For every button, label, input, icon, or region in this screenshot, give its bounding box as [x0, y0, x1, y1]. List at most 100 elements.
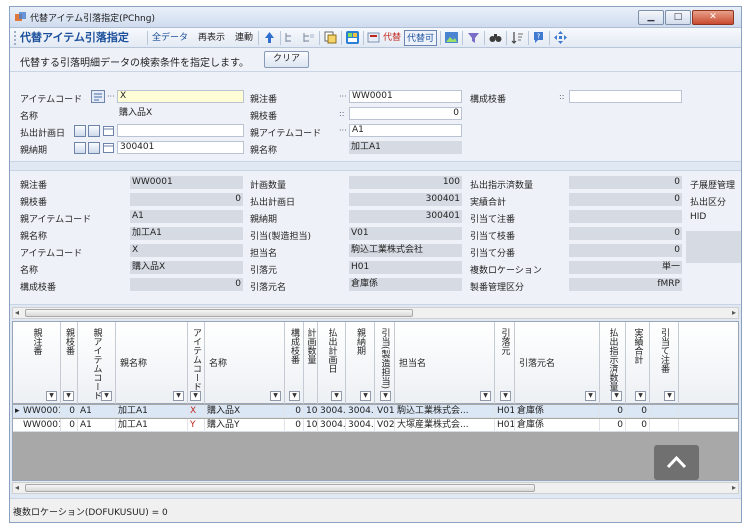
parent-order-field[interactable]: WW0001 [349, 90, 462, 103]
scrollbar-thumb[interactable] [25, 309, 413, 317]
grid-column-header[interactable]: 親名称 ▼ [116, 322, 188, 404]
grid-cell[interactable]: 0 [285, 419, 304, 432]
link-button[interactable]: 連動 [235, 30, 253, 46]
grid-horizontal-scrollbar[interactable]: ◂ ▸ [12, 482, 739, 494]
grid-cell[interactable]: 購入品X [205, 405, 285, 418]
grid-cell[interactable]: H01 [495, 405, 515, 418]
grid-cell[interactable]: 加工A1 [116, 419, 188, 432]
remarks-field[interactable] [686, 231, 741, 263]
grid-cell[interactable]: 倉庫係 [515, 405, 600, 418]
calendar-icon[interactable] [103, 126, 114, 136]
column-filter-dropdown-icon[interactable]: ▼ [101, 391, 112, 401]
detail-horizontal-scrollbar[interactable]: ◂ ▸ [12, 307, 739, 319]
filter-icon[interactable] [467, 31, 480, 44]
parent-branch-field[interactable]: 0 [349, 107, 462, 120]
calendar-icon[interactable] [103, 143, 114, 153]
copy-icon[interactable] [324, 31, 337, 44]
grid-column-header[interactable]: アイテムコード ▼ [188, 322, 205, 404]
date-range-end-icon[interactable] [88, 125, 100, 137]
grid-cell[interactable]: H01 [495, 419, 515, 432]
column-filter-dropdown-icon[interactable]: ▼ [331, 391, 342, 401]
grid-column-header[interactable]: 引落元名 ▼ [515, 322, 600, 404]
grid-cell[interactable]: WW0001 [21, 419, 61, 432]
scroll-left-icon[interactable]: ◂ [15, 308, 19, 317]
item-code-field[interactable]: X [117, 90, 244, 103]
grid-cell[interactable]: 0 [600, 405, 626, 418]
scroll-to-top-button[interactable] [654, 445, 699, 480]
grid-cell[interactable]: 3004.. [346, 419, 375, 432]
help-icon[interactable]: ? [532, 31, 545, 44]
column-filter-dropdown-icon[interactable]: ▼ [480, 391, 491, 401]
grid-cell[interactable]: 100 [304, 419, 318, 432]
grid-cell[interactable]: WW0001 [21, 405, 61, 418]
column-filter-dropdown-icon[interactable]: ▼ [63, 391, 74, 401]
parent-item-code-field[interactable]: A1 [349, 124, 462, 137]
sort-icon[interactable] [511, 31, 524, 44]
grid-cell[interactable]: 購入品Y [205, 419, 285, 432]
parent-delivery-field[interactable]: 300401 [117, 141, 244, 154]
replace-button[interactable]: 代替 [383, 30, 401, 46]
all-data-button[interactable]: 全データ [152, 30, 188, 46]
column-filter-dropdown-icon[interactable]: ▼ [289, 391, 300, 401]
scroll-left-icon[interactable]: ◂ [15, 483, 19, 492]
maximize-button[interactable]: □ [665, 10, 691, 25]
replace-allowed-button[interactable]: 代替可 [404, 30, 438, 46]
column-filter-dropdown-icon[interactable]: ▼ [360, 391, 371, 401]
scroll-right-icon[interactable]: ▸ [732, 308, 736, 317]
grid-cell[interactable]: 0 [600, 419, 626, 432]
grid-column-header[interactable]: 親アイテムコード ▼ [78, 322, 116, 404]
lookup-dots-icon[interactable]: ··· [339, 92, 347, 101]
grid-cell[interactable]: A1 [78, 405, 116, 418]
grid-cell[interactable]: 0 [61, 405, 78, 418]
grid-cell[interactable]: 3004.. [318, 419, 346, 432]
grid-column-header[interactable]: 計画数量 [304, 322, 318, 404]
column-filter-dropdown-icon[interactable]: ▼ [585, 391, 596, 401]
date-range-start-icon[interactable] [74, 125, 86, 137]
tree-icon[interactable] [284, 31, 297, 44]
issue-plan-date-field[interactable] [117, 124, 244, 137]
grid-column-header[interactable]: 担当名 ▼ [395, 322, 495, 404]
column-filter-dropdown-icon[interactable]: ▼ [190, 391, 201, 401]
grid-view-icon[interactable] [346, 31, 359, 44]
column-filter-dropdown-icon[interactable]: ▼ [664, 391, 675, 401]
item-lookup-icon[interactable] [91, 90, 105, 103]
image-icon[interactable] [445, 31, 458, 44]
scroll-right-icon[interactable]: ▸ [732, 483, 736, 492]
grid-column-header[interactable]: 引落元 ▼ [495, 322, 515, 404]
column-filter-dropdown-icon[interactable]: ▼ [635, 391, 646, 401]
table-row[interactable]: WW00010A1加工A1Y購入品Y01003004..3004..V02大塚産… [13, 419, 738, 432]
grid-cell[interactable]: 100 [304, 405, 318, 418]
grid-column-header[interactable]: 親注番 ▼ [13, 322, 61, 404]
column-filter-dropdown-icon[interactable]: ▼ [46, 391, 57, 401]
grid-cell[interactable]: 3004.. [318, 405, 346, 418]
grid-cell[interactable]: 倉庫係 [515, 419, 600, 432]
up-arrow-icon[interactable] [263, 31, 276, 44]
column-filter-dropdown-icon[interactable]: ▼ [611, 391, 622, 401]
grid-cell[interactable]: Y [188, 419, 205, 432]
component-branch-field[interactable] [569, 90, 682, 103]
grid-column-header[interactable]: 構成枝番 ▼ [285, 322, 304, 404]
grid-cell[interactable]: 0 [285, 405, 304, 418]
close-button[interactable]: ✕ [692, 10, 734, 25]
grid-cell[interactable]: 0 [626, 419, 650, 432]
grid-column-header[interactable]: 払出指示済数量 ▼ [600, 322, 626, 404]
grid-column-header[interactable]: 引当て注番 ▼ [650, 322, 679, 404]
date-range-start-icon[interactable] [74, 142, 86, 154]
grid-cell[interactable]: 3004.. [346, 405, 375, 418]
grid-cell[interactable]: V01 [375, 405, 395, 418]
grid-cell[interactable] [650, 405, 679, 418]
grid-cell[interactable]: 加工A1 [116, 405, 188, 418]
grid-cell[interactable]: A1 [78, 419, 116, 432]
find-icon[interactable] [489, 31, 502, 44]
lookup-dots-icon[interactable]: ··· [339, 126, 347, 135]
lookup-dots-icon[interactable]: ··· [107, 92, 115, 101]
grid-cell[interactable]: X [188, 405, 205, 418]
date-range-end-icon[interactable] [88, 142, 100, 154]
grid-column-header[interactable]: 実績合計 ▼ [626, 322, 650, 404]
column-filter-dropdown-icon[interactable]: ▼ [380, 391, 391, 401]
grid-cell[interactable]: V02 [375, 419, 395, 432]
grid-column-header[interactable]: 払出計画日 ▼ [318, 322, 346, 404]
grid-cell[interactable]: 駒込工業株式会... [395, 405, 495, 418]
column-filter-dropdown-icon[interactable]: ▼ [270, 391, 281, 401]
move-icon[interactable] [554, 31, 567, 44]
